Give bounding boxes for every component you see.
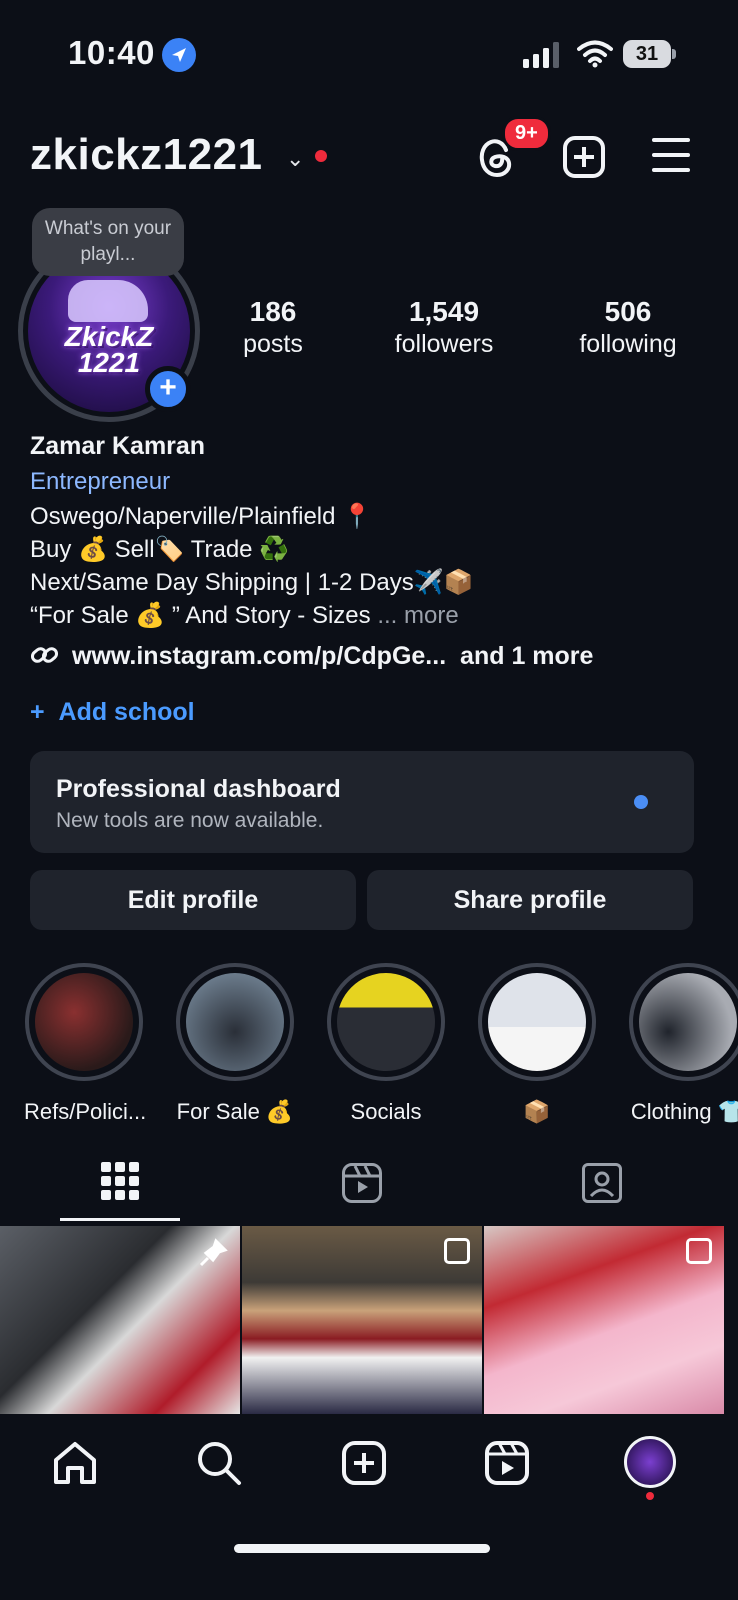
add-school-button[interactable]: + Add school <box>30 698 195 727</box>
avatar-logo-text: ZkickZ 1221 <box>64 321 154 378</box>
professional-dashboard-card[interactable]: Professional dashboard New tools are now… <box>30 751 694 853</box>
profile-name: Zamar Kamran <box>30 432 206 460</box>
profile-username[interactable]: zkickz1221 <box>30 130 263 180</box>
status-time: 10:40 <box>68 34 155 71</box>
profile-avatar[interactable] <box>624 1436 676 1488</box>
highlight-socials[interactable]: Socials <box>326 963 446 1125</box>
active-tab-indicator <box>60 1218 180 1221</box>
avatar-sneaker-graphic <box>68 280 148 322</box>
home-indicator[interactable] <box>234 1544 490 1553</box>
highlight-label: Clothing 👕 <box>630 1099 738 1124</box>
menu-icon[interactable] <box>652 138 690 172</box>
highlight-ring <box>327 963 445 1081</box>
highlight-label: Refs/Polici... <box>24 1099 147 1124</box>
bio-links[interactable]: www.instagram.com/p/CdpGe... and 1 more <box>30 642 593 671</box>
edit-profile-button[interactable]: Edit profile <box>30 870 356 930</box>
highlight-ring <box>629 963 738 1081</box>
highlight-image <box>186 973 284 1071</box>
stat-value: 1,549 <box>408 296 480 327</box>
highlight-shipping[interactable]: 📦 <box>477 963 597 1125</box>
bio-line: Buy 💰 Sell🏷️ Trade ♻️ <box>30 536 290 563</box>
highlight-label: For Sale 💰 <box>176 1099 294 1124</box>
highlight-image <box>337 973 435 1071</box>
pin-icon <box>199 1238 228 1267</box>
profile-notification-dot <box>646 1492 654 1500</box>
stat-label: following <box>579 330 677 358</box>
share-profile-button[interactable]: Share profile <box>367 870 693 930</box>
stat-following[interactable]: 506 following <box>556 296 700 359</box>
dashboard-unread-dot <box>634 795 648 809</box>
plus-icon: + <box>30 698 45 726</box>
profile-category[interactable]: Entrepreneur <box>30 468 170 496</box>
stat-posts[interactable]: 186 posts <box>222 296 324 359</box>
highlight-image <box>35 973 133 1071</box>
tagged-tab-icon[interactable] <box>582 1163 622 1203</box>
stat-followers[interactable]: 1,549 followers <box>378 296 510 359</box>
cellular-signal-icon <box>523 42 559 68</box>
location-arrow-icon <box>162 38 196 72</box>
highlight-image <box>639 973 737 1071</box>
search-icon[interactable] <box>194 1438 244 1488</box>
link-icon <box>30 647 59 663</box>
highlight-ring <box>25 963 143 1081</box>
grid-tab-icon[interactable] <box>101 1162 141 1202</box>
stat-label: posts <box>243 330 303 358</box>
battery-tip <box>672 49 676 59</box>
multiple-photos-icon <box>444 1238 470 1264</box>
stat-value: 186 <box>249 296 297 327</box>
grid-post-3[interactable] <box>484 1226 724 1414</box>
multiple-photos-icon <box>686 1238 712 1264</box>
add-story-button[interactable]: + <box>145 366 191 412</box>
reels-tab-icon[interactable] <box>342 1163 382 1203</box>
bio-line: Oswego/Naperville/Plainfield 📍 <box>30 503 373 530</box>
dashboard-title: Professional dashboard <box>56 775 341 803</box>
bio-more-link[interactable]: ... more <box>377 602 458 629</box>
grid-post-1[interactable] <box>0 1226 240 1414</box>
highlight-clothing[interactable]: Clothing 👕 <box>628 963 738 1125</box>
create-icon[interactable] <box>339 1438 389 1488</box>
highlight-image <box>488 973 586 1071</box>
bio-line: Next/Same Day Shipping | 1-2 Days✈️📦 <box>30 569 474 596</box>
bio-link-more[interactable]: and 1 more <box>460 642 593 670</box>
notification-badge: 9+ <box>502 116 551 151</box>
chevron-down-icon[interactable]: ⌄ <box>286 146 304 172</box>
note-bubble[interactable]: What's on your playl... <box>32 208 184 276</box>
highlight-ring <box>478 963 596 1081</box>
grid-post-2[interactable] <box>242 1226 482 1414</box>
highlight-refs-policies[interactable]: Refs/Polici... <box>24 963 147 1125</box>
battery-indicator: 31 <box>623 40 671 68</box>
bio-text: “For Sale 💰 ” And Story - Sizes <box>30 602 371 629</box>
stat-value: 506 <box>604 296 652 327</box>
highlight-label: Socials <box>350 1099 422 1124</box>
add-school-label: Add school <box>58 698 195 726</box>
bio-line-last: “For Sale 💰 ” And Story - Sizes ... more <box>30 601 459 630</box>
stat-label: followers <box>394 330 494 358</box>
dashboard-subtitle: New tools are now available. <box>56 809 324 832</box>
reels-icon[interactable] <box>482 1438 532 1488</box>
highlight-for-sale[interactable]: For Sale 💰 <box>175 963 295 1125</box>
account-notification-dot <box>315 150 327 162</box>
home-icon[interactable] <box>50 1438 100 1488</box>
highlight-label: 📦 <box>523 1099 551 1124</box>
wifi-icon <box>577 40 613 68</box>
create-post-button[interactable] <box>563 136 605 178</box>
highlight-ring <box>176 963 294 1081</box>
bio-link-text[interactable]: www.instagram.com/p/CdpGe... <box>72 642 446 670</box>
